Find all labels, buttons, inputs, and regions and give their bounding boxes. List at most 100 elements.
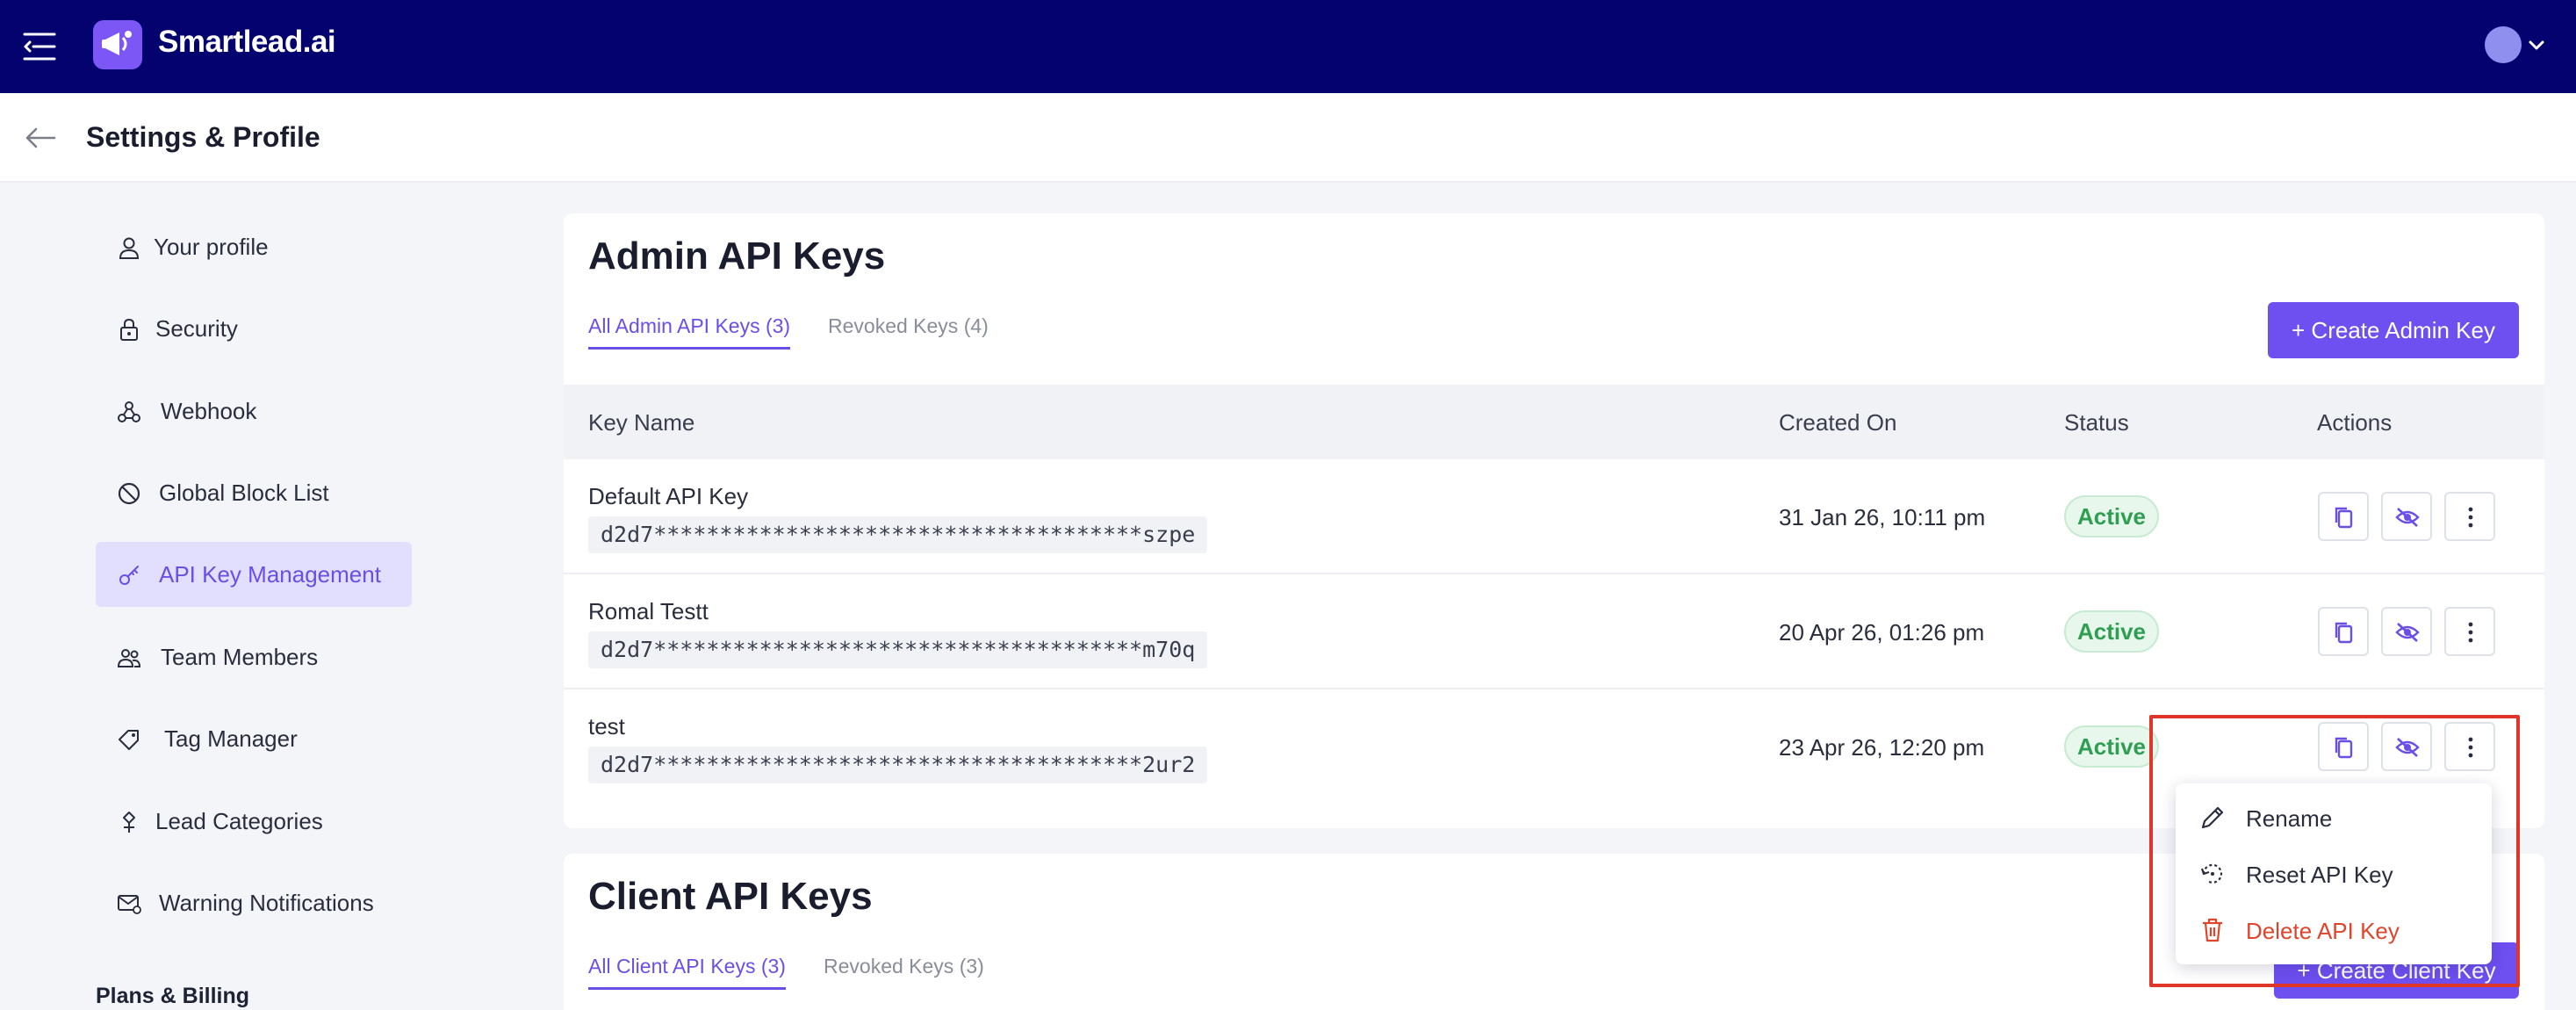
client-api-keys-title: Client API Keys [588,875,873,918]
sidebar-section-plans-billing: Plans & Billing [96,984,250,1008]
menu-item-delete-api-key[interactable]: Delete API Key [2176,905,2492,955]
masked-api-key: d2d7************************************… [588,631,1208,668]
table-row: Romal Testt d2d7************************… [564,575,2544,689]
sidebar-item-global-block-list[interactable]: Global Block List [96,460,412,525]
column-header-status: Status [2064,409,2129,436]
pencil-icon [2201,806,2224,829]
menu-item-reset-api-key[interactable]: Reset API Key [2176,849,2492,898]
toggle-visibility-button[interactable] [2381,607,2432,656]
admin-api-keys-title: Admin API Keys [588,234,886,278]
mail-warning-icon [118,895,141,914]
app-logo-icon [93,20,142,69]
sidebar-item-warning-notifications[interactable]: Warning Notifications [96,870,412,935]
reset-icon [2200,863,2223,884]
sidebar-item-label: Webhook [161,398,257,424]
create-admin-key-button[interactable]: + Create Admin Key [2268,302,2519,358]
avatar[interactable] [2485,26,2522,63]
more-vertical-icon [2468,737,2473,758]
sidebar-item-webhook[interactable]: Webhook [96,379,412,444]
more-actions-button[interactable] [2444,607,2495,656]
menu-item-label: Rename [2246,805,2333,832]
tab-count: (4) [963,314,989,337]
copy-key-button[interactable] [2318,722,2369,771]
sidebar-item-label: Global Block List [159,480,329,506]
chevron-down-icon[interactable] [2527,35,2546,54]
back-arrow-icon[interactable] [25,126,56,149]
copy-key-button[interactable] [2318,607,2369,656]
masked-api-key: d2d7************************************… [588,747,1208,783]
menu-toggle-icon[interactable] [23,31,56,62]
more-actions-button[interactable] [2444,722,2495,771]
tab-revoked-client-keys[interactable]: Revoked Keys (3) [824,955,984,987]
key-name: Romal Testt [588,598,709,624]
created-on: 20 Apr 26, 01:26 pm [1779,619,1985,646]
masked-api-key: d2d7************************************… [588,516,1208,553]
copy-icon [2335,507,2353,529]
actions-dropdown-menu: Rename Reset API Key Delete API Key [2176,783,2492,964]
admin-api-keys-card: Admin API Keys All Admin API Keys (3) Re… [564,213,2544,828]
column-header-key-name: Key Name [588,409,695,436]
lock-icon [120,318,138,341]
table-header: Key Name Created On Status Actions [564,385,2544,459]
key-icon [119,566,139,585]
tab-label: Revoked Keys [828,314,959,337]
eye-off-icon [2395,623,2420,642]
column-header-actions: Actions [2317,409,2393,436]
sidebar-item-your-profile[interactable]: Your profile [96,214,412,279]
toggle-visibility-button[interactable] [2381,492,2432,541]
sidebar-item-team-members[interactable]: Team Members [96,624,412,689]
team-icon [117,649,141,667]
status-badge: Active [2064,610,2159,653]
sidebar-item-security[interactable]: Security [96,296,412,361]
page-header: Settings & Profile [0,93,2576,183]
tag-icon [119,730,139,750]
sidebar-item-label: Team Members [161,644,319,670]
copy-icon [2335,622,2353,644]
page-title: Settings & Profile [86,121,320,153]
tab-count: (3) [959,955,984,978]
webhook-icon [118,401,140,422]
sidebar-item-lead-categories[interactable]: Lead Categories [96,789,412,854]
sidebar-item-api-key-management[interactable]: API Key Management [96,542,412,607]
eye-off-icon [2395,738,2420,757]
sidebar-item-label: Your profile [154,234,269,260]
more-actions-button[interactable] [2444,492,2495,541]
column-header-created-on: Created On [1779,409,1897,436]
toggle-visibility-button[interactable] [2381,722,2432,771]
key-name: test [588,713,625,739]
tab-all-admin-api-keys[interactable]: All Admin API Keys (3) [588,314,791,350]
more-vertical-icon [2468,622,2473,643]
sidebar-item-label: Security [155,315,238,342]
category-icon [123,812,135,833]
menu-item-rename[interactable]: Rename [2176,793,2492,842]
sidebar-item-label: API Key Management [159,561,381,588]
tab-revoked-admin-keys[interactable]: Revoked Keys (4) [828,314,989,347]
menu-item-label: Delete API Key [2246,918,2400,944]
trash-icon [2203,918,2222,942]
tab-label: All Client API Keys [588,955,756,978]
tab-count: (3) [760,955,786,978]
copy-key-button[interactable] [2318,492,2369,541]
tab-label: All Admin API Keys [588,314,760,337]
status-badge: Active [2064,495,2159,537]
key-name: Default API Key [588,483,749,509]
tab-count: (3) [765,314,791,337]
more-vertical-icon [2468,507,2473,528]
created-on: 23 Apr 26, 12:20 pm [1779,734,1985,761]
user-icon [119,237,140,259]
menu-item-label: Reset API Key [2246,862,2393,888]
table-row: Default API Key d2d7********************… [564,460,2544,574]
tab-label: Revoked Keys [824,955,954,978]
sidebar-item-label: Warning Notifications [159,890,374,916]
app-name: Smartlead.ai [158,25,336,59]
sidebar-item-label: Tag Manager [164,725,298,752]
status-badge: Active [2064,725,2159,768]
created-on: 31 Jan 26, 10:11 pm [1779,504,1986,530]
sidebar-item-tag-manager[interactable]: Tag Manager [96,706,412,771]
sidebar-item-label: Lead Categories [155,808,323,834]
top-navbar: Smartlead.ai [0,0,2576,93]
eye-off-icon [2395,508,2420,527]
tab-all-client-api-keys[interactable]: All Client API Keys (3) [588,955,786,990]
copy-icon [2335,737,2353,759]
block-icon [118,482,140,505]
